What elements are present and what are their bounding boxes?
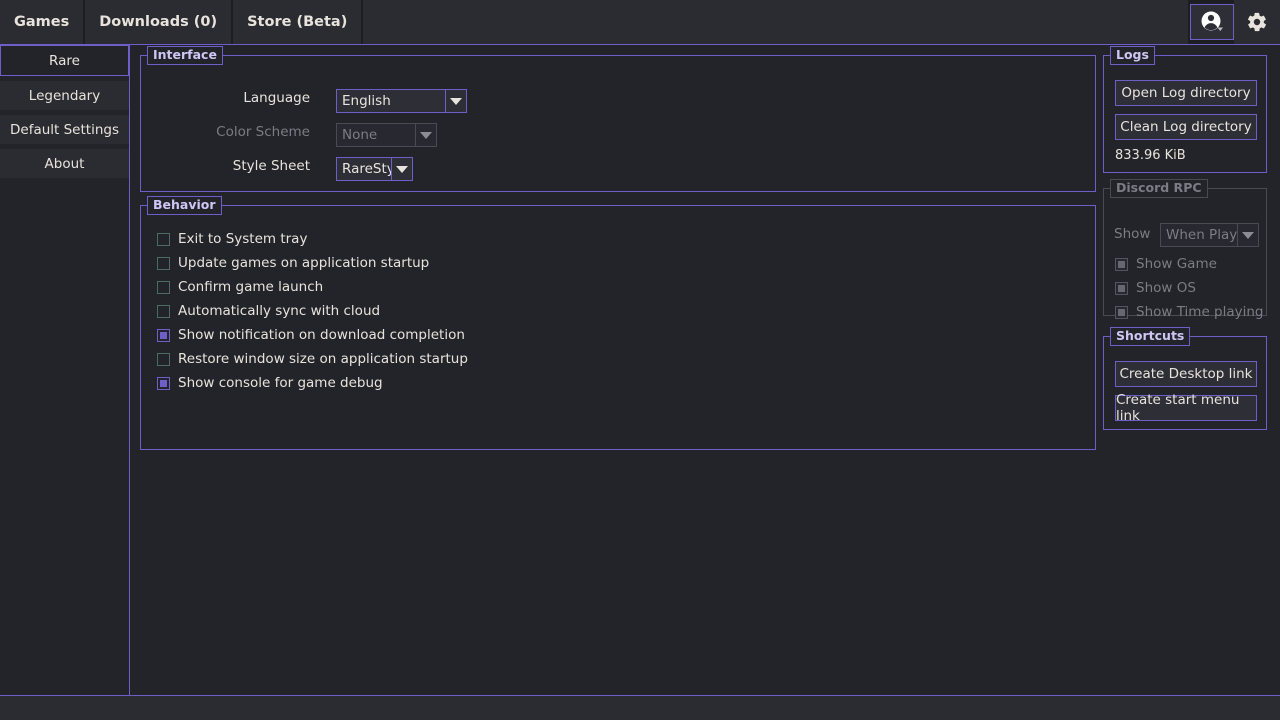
sidebar-item-label: Legendary <box>28 87 101 104</box>
checkbox-label: Automatically sync with cloud <box>178 303 381 319</box>
checkbox-label: Show Time playing <box>1136 304 1264 320</box>
checkbox-box[interactable] <box>157 376 170 390</box>
checkbox-label: Show OS <box>1136 280 1196 296</box>
checkbox-box <box>1115 305 1128 319</box>
tab-games[interactable]: Games <box>0 0 84 44</box>
status-bar <box>0 696 1280 720</box>
style-sheet-combobox[interactable]: RareStyle <box>336 157 413 181</box>
checkbox-label: Restore window size on application start… <box>178 351 468 367</box>
tab-store[interactable]: Store (Beta) <box>233 0 362 44</box>
tab-bar-spacer <box>363 0 1188 44</box>
checkbox-box[interactable] <box>157 328 170 342</box>
shortcuts-group: Shortcuts Create Desktop link Create sta… <box>1103 327 1267 430</box>
discord-show-combobox: When Playing <box>1160 223 1259 247</box>
chevron-down-icon <box>1237 224 1258 246</box>
behavior-group-title: Behavior <box>147 196 222 215</box>
shortcuts-group-title: Shortcuts <box>1110 327 1191 346</box>
logs-group: Logs Open Log directory Clean Log direct… <box>1103 46 1267 173</box>
checkbox-update-games-on-startup[interactable]: Update games on application startup <box>157 255 429 271</box>
checkbox-show-time-playing: Show Time playing <box>1115 304 1264 320</box>
create-desktop-link-button[interactable]: Create Desktop link <box>1115 361 1257 387</box>
clean-log-directory-button[interactable]: Clean Log directory <box>1115 114 1257 140</box>
tab-downloads[interactable]: Downloads (0) <box>85 0 232 44</box>
checkbox-restore-window-size[interactable]: Restore window size on application start… <box>157 351 468 367</box>
checkbox-auto-sync-cloud[interactable]: Automatically sync with cloud <box>157 303 380 319</box>
color-scheme-combobox: None <box>336 123 437 147</box>
sidebar-item-label: About <box>44 155 85 172</box>
checkbox-box[interactable] <box>157 232 170 246</box>
main-content: Interface Language English Color Scheme … <box>131 45 1280 695</box>
discord-show-value: When Playing <box>1166 227 1237 243</box>
checkbox-box[interactable] <box>157 304 170 318</box>
style-sheet-label: Style Sheet <box>232 158 310 174</box>
checkbox-confirm-game-launch[interactable]: Confirm game launch <box>157 279 323 295</box>
checkbox-show-game: Show Game <box>1115 256 1217 272</box>
discord-show-label: Show <box>1114 226 1151 242</box>
interface-group: Interface Language English Color Scheme … <box>140 46 1096 192</box>
create-desktop-link-label: Create Desktop link <box>1119 366 1253 382</box>
color-scheme-label: Color Scheme <box>216 124 310 140</box>
checkbox-label: Show Game <box>1136 256 1217 272</box>
color-scheme-value: None <box>342 127 378 143</box>
account-button[interactable] <box>1190 4 1234 40</box>
checkbox-show-console-debug[interactable]: Show console for game debug <box>157 375 383 391</box>
sidebar-item-rare[interactable]: Rare <box>0 45 129 76</box>
create-start-menu-link-label: Create start menu link <box>1116 392 1240 424</box>
settings-button[interactable] <box>1234 0 1280 44</box>
checkbox-box[interactable] <box>157 352 170 366</box>
checkbox-box <box>1115 257 1128 271</box>
checkbox-label: Exit to System tray <box>178 231 308 247</box>
checkbox-box[interactable] <box>157 256 170 270</box>
sidebar-item-about[interactable]: About <box>0 149 129 178</box>
chevron-down-icon[interactable] <box>391 158 412 180</box>
checkbox-show-notification-download[interactable]: Show notification on download completion <box>157 327 465 343</box>
gear-icon <box>1247 12 1267 32</box>
checkbox-label: Update games on application startup <box>178 255 430 271</box>
logs-group-title: Logs <box>1110 46 1155 65</box>
checkbox-label: Confirm game launch <box>178 279 324 295</box>
chevron-down-icon <box>415 124 436 146</box>
checkbox-label: Show console for game debug <box>178 375 383 391</box>
discord-rpc-group: Discord RPC Show When Playing Show Game … <box>1103 179 1267 320</box>
language-label: Language <box>243 90 310 106</box>
sidebar: Rare Legendary Default Settings About <box>0 45 130 695</box>
checkbox-box[interactable] <box>157 280 170 294</box>
sidebar-item-label: Default Settings <box>10 121 119 138</box>
language-combobox[interactable]: English <box>336 89 467 113</box>
tab-bar: Games Downloads (0) Store (Beta) <box>0 0 1280 44</box>
checkbox-show-os: Show OS <box>1115 280 1196 296</box>
checkbox-box <box>1115 281 1128 295</box>
open-log-directory-button[interactable]: Open Log directory <box>1115 80 1257 106</box>
style-sheet-value: RareStyle <box>342 161 391 177</box>
discord-rpc-group-title: Discord RPC <box>1110 179 1208 198</box>
interface-group-title: Interface <box>147 46 223 65</box>
checkbox-exit-to-system-tray[interactable]: Exit to System tray <box>157 231 307 247</box>
create-start-menu-link-button[interactable]: Create start menu link <box>1115 392 1257 424</box>
sidebar-item-legendary[interactable]: Legendary <box>0 81 129 110</box>
checkbox-label: Show notification on download completion <box>178 327 465 343</box>
account-circle-icon <box>1201 11 1223 31</box>
log-size-text: 833.96 KiB <box>1115 148 1186 163</box>
sidebar-item-default-settings[interactable]: Default Settings <box>0 115 129 144</box>
behavior-group: Behavior Exit to System tray Update game… <box>140 196 1096 450</box>
sidebar-item-label: Rare <box>49 52 80 69</box>
open-log-directory-label: Open Log directory <box>1121 85 1251 101</box>
language-value: English <box>342 93 391 109</box>
chevron-down-icon[interactable] <box>445 90 466 112</box>
clean-log-directory-label: Clean Log directory <box>1120 119 1252 135</box>
